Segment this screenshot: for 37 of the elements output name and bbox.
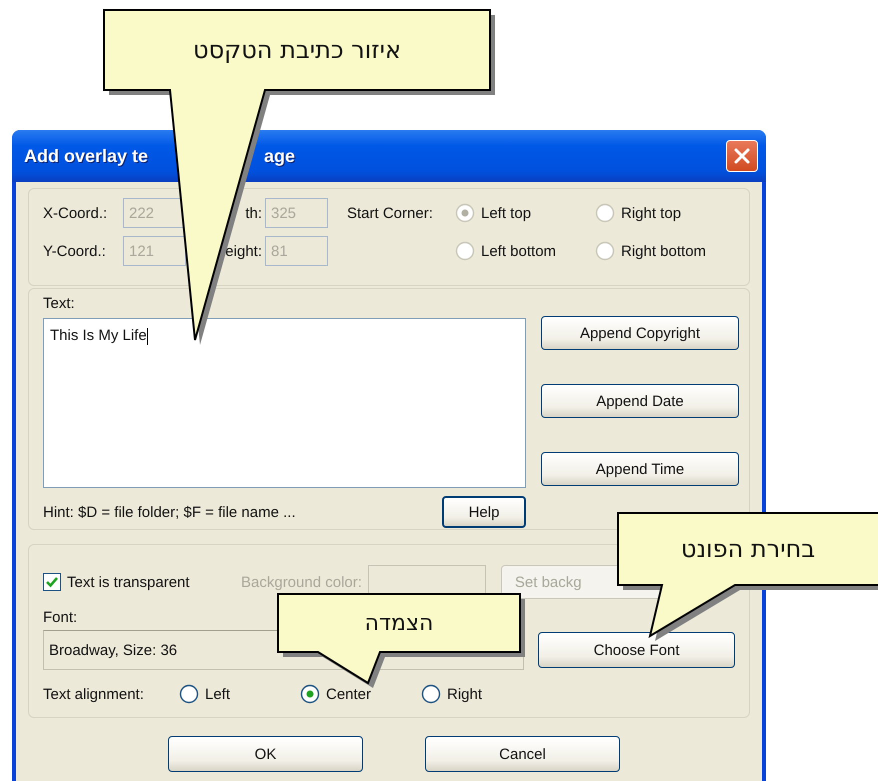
radio-label: Left bbox=[205, 686, 230, 702]
radio-button[interactable] bbox=[421, 684, 441, 704]
radio-label: Center bbox=[326, 686, 372, 702]
callout-tooltip-text: הצמדה bbox=[364, 610, 434, 636]
radio-label: Right top bbox=[621, 204, 682, 222]
radio-button[interactable] bbox=[300, 684, 320, 704]
radio-label: Left top bbox=[481, 204, 532, 222]
field-label: Font: bbox=[43, 609, 78, 626]
field-label: Text alignment: bbox=[43, 686, 145, 702]
field-label: th: bbox=[244, 204, 263, 222]
callout-tooltip-text: בחירת הפונט bbox=[680, 535, 816, 563]
radio-button[interactable] bbox=[179, 684, 199, 704]
radio-label: Left bottom bbox=[481, 242, 556, 260]
dialog-button[interactable]: OK bbox=[168, 736, 363, 772]
close-icon bbox=[733, 147, 751, 165]
field-label: Start Corner: bbox=[347, 204, 434, 222]
hint-text: Hint: $D = file folder; $F = file name ... bbox=[43, 504, 296, 520]
append-button[interactable]: Append Date bbox=[541, 384, 739, 418]
close-button[interactable] bbox=[726, 140, 758, 172]
radio-label: Right bottom bbox=[621, 242, 706, 260]
append-button[interactable]: Append Time bbox=[541, 452, 739, 486]
field-label: Background color: bbox=[241, 574, 362, 590]
field-label: eight: bbox=[224, 242, 263, 260]
help-button[interactable]: Help bbox=[442, 496, 526, 528]
checkbox[interactable] bbox=[43, 573, 61, 591]
radio-label: Right bbox=[447, 686, 482, 702]
window-title: Add overlay te bbox=[24, 146, 148, 166]
checkbox-label: Text is transparent bbox=[67, 574, 191, 590]
append-button[interactable]: Append Copyright bbox=[541, 316, 739, 350]
window-title: age bbox=[264, 146, 296, 166]
field-label: Y-Coord.: bbox=[43, 242, 107, 260]
field-label: Text: bbox=[43, 295, 75, 312]
callout-tooltip-text: איזור כתיבת הטקסט bbox=[193, 36, 401, 64]
dialog-button[interactable]: Cancel bbox=[425, 736, 620, 772]
field-label: X-Coord.: bbox=[43, 204, 108, 222]
choose-font-button[interactable]: Choose Font bbox=[538, 632, 735, 668]
text-area[interactable]: This Is My Life bbox=[43, 318, 526, 488]
